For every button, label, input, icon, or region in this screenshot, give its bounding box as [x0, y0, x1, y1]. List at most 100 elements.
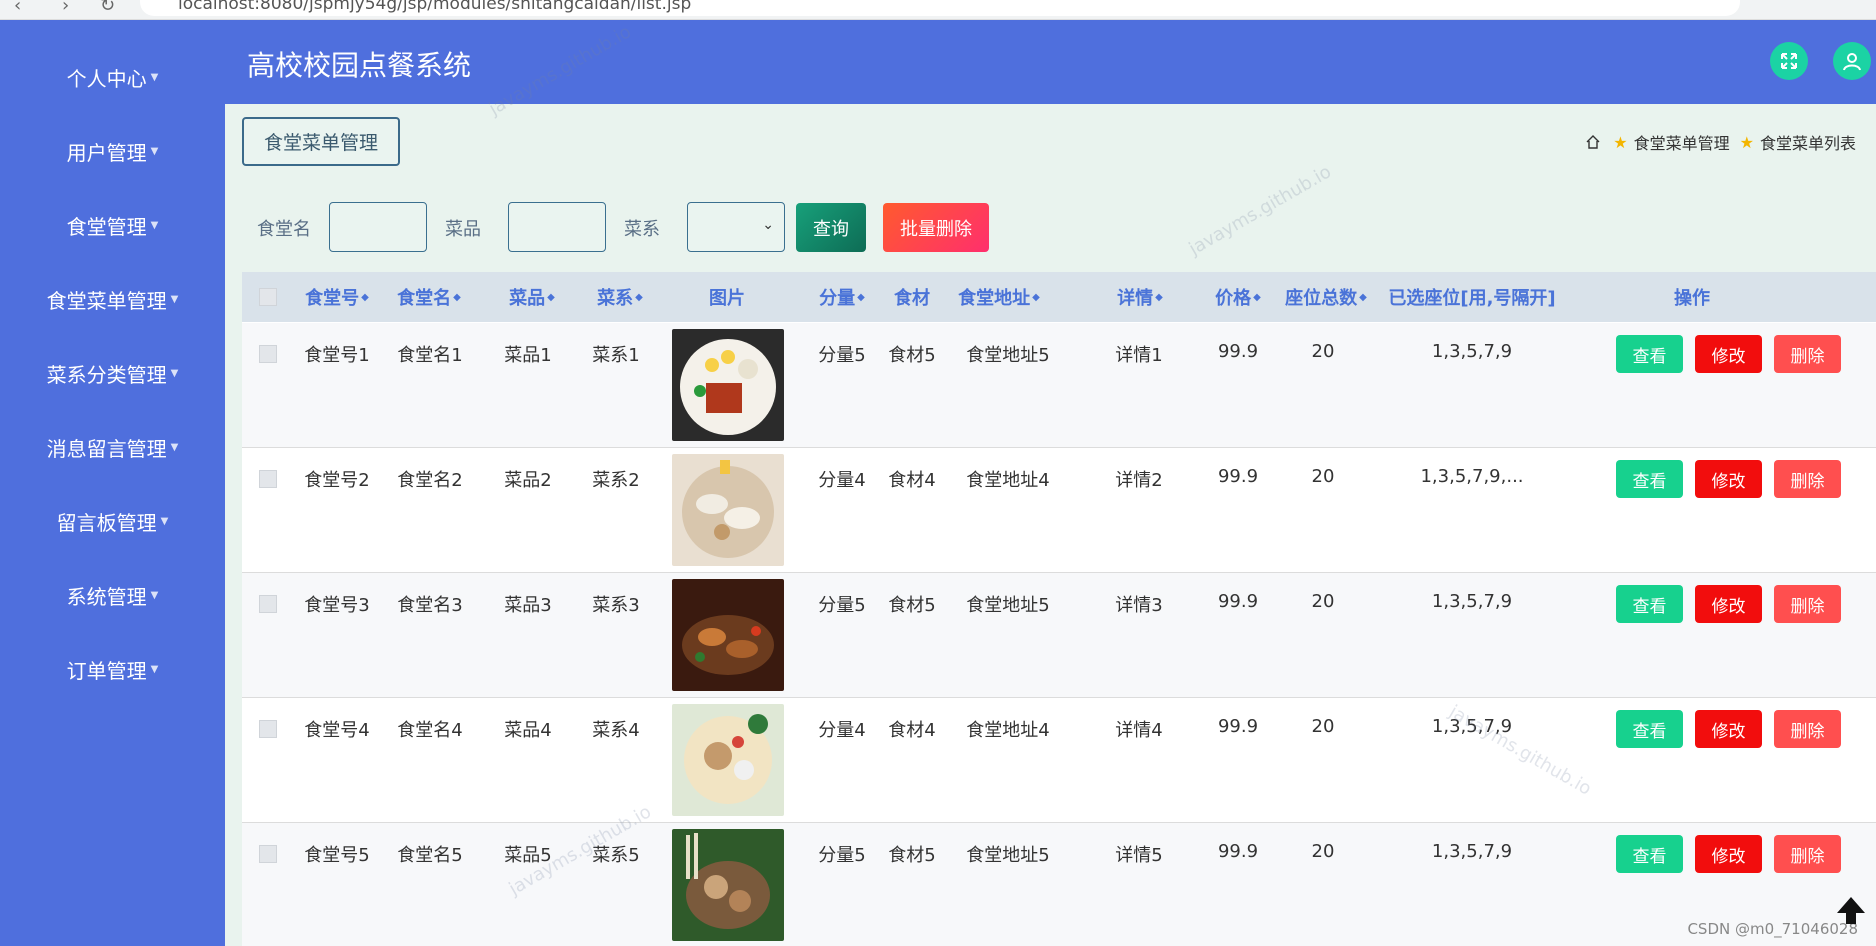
header-price[interactable]: 价格 ◆ — [1208, 272, 1268, 322]
breadcrumb-item[interactable]: 食堂菜单管理 — [1634, 130, 1730, 154]
sidebar-item-order-management[interactable]: 订单管理 ▼ — [0, 644, 225, 694]
header-address[interactable]: 食堂地址 ◆ — [954, 272, 1044, 322]
caret-down-icon: ▼ — [150, 145, 159, 157]
sidebar-item-personal-center[interactable]: 个人中心 ▼ — [0, 52, 225, 102]
food-image — [672, 329, 784, 441]
query-button[interactable]: 查询 — [796, 203, 866, 252]
view-button[interactable]: 查看 — [1616, 585, 1683, 623]
sidebar-item-canteen-management[interactable]: 食堂管理 ▼ — [0, 200, 225, 250]
sort-icon: ◆ — [547, 291, 555, 303]
dish-input[interactable] — [508, 202, 606, 252]
cell-detail: 详情4 — [1115, 720, 1163, 741]
header-canteen-no[interactable]: 食堂号 ◆ — [302, 272, 372, 322]
delete-button[interactable]: 删除 — [1774, 460, 1841, 498]
expand-icon — [1781, 53, 1797, 69]
row-checkbox[interactable] — [259, 595, 277, 613]
cell-ingredient: 食材4 — [888, 470, 936, 491]
header-label: 食堂地址 — [958, 288, 1031, 309]
table-row: 食堂号4 食堂名4 菜品4 菜系4 分量4 食材4 食堂地址4 详情4 99.9… — [242, 698, 1876, 823]
fullscreen-button[interactable] — [1770, 42, 1808, 80]
caret-down-icon: ▼ — [170, 441, 179, 453]
header-label: 图片 — [709, 288, 745, 309]
star-icon: ★ — [1613, 132, 1628, 152]
sidebar-item-label: 用户管理 — [66, 140, 147, 165]
sort-icon: ◆ — [857, 291, 865, 303]
delete-button[interactable]: 删除 — [1774, 710, 1841, 748]
cell-price: 99.9 — [1217, 466, 1259, 487]
delete-button[interactable]: 删除 — [1774, 335, 1841, 373]
table-row: 食堂号3 食堂名3 菜品3 菜系3 分量5 食材5 食堂地址5 详情3 99.9… — [242, 573, 1876, 698]
header-label: 食堂号 — [305, 288, 360, 309]
sidebar-item-board-management[interactable]: 留言板管理 ▼ — [0, 496, 225, 546]
canteen-name-input[interactable] — [329, 202, 427, 252]
url-text[interactable]: localhost:8080/jspmjy54g/jsp/modules/shi… — [178, 0, 691, 14]
cell-cuisine: 菜系3 — [592, 595, 640, 616]
header-canteen-name[interactable]: 食堂名 ◆ — [394, 272, 464, 322]
sidebar-item-menu-management[interactable]: 食堂菜单管理 ▼ — [0, 274, 225, 324]
sidebar-item-cuisine-category[interactable]: 菜系分类管理 ▼ — [0, 348, 225, 398]
food-image — [672, 704, 784, 816]
view-button[interactable]: 查看 — [1616, 835, 1683, 873]
cell-selected-seats: 1,3,5,7,9,... — [1420, 466, 1524, 487]
cell-portion: 分量4 — [818, 720, 866, 741]
cell-seats: 20 — [1311, 716, 1335, 737]
select-all-checkbox[interactable] — [259, 288, 277, 306]
food-image — [672, 829, 784, 941]
edit-button[interactable]: 修改 — [1695, 835, 1762, 873]
cell-canteen-name: 食堂名5 — [397, 845, 463, 866]
user-avatar-button[interactable] — [1833, 42, 1871, 80]
home-icon[interactable] — [1585, 134, 1601, 150]
header-cuisine[interactable]: 菜系 ◆ — [590, 272, 650, 322]
row-checkbox[interactable] — [259, 720, 277, 738]
cell-dish: 菜品5 — [504, 845, 552, 866]
sidebar-item-user-management[interactable]: 用户管理 ▼ — [0, 126, 225, 176]
row-checkbox[interactable] — [259, 345, 277, 363]
cuisine-select[interactable]: ⌄ — [687, 202, 785, 252]
edit-button[interactable]: 修改 — [1695, 710, 1762, 748]
edit-button[interactable]: 修改 — [1695, 335, 1762, 373]
header-label: 分量 — [819, 288, 856, 309]
caret-down-icon: ▼ — [160, 515, 169, 527]
header-portion[interactable]: 分量 ◆ — [812, 272, 872, 322]
header-seats[interactable]: 座位总数 ◆ — [1280, 272, 1372, 322]
back-icon[interactable]: ‹ — [14, 0, 21, 16]
page-tag-button[interactable]: 食堂菜单管理 — [242, 117, 400, 166]
table-row: 食堂号2 食堂名2 菜品2 菜系2 分量4 食材4 食堂地址4 详情2 99.9… — [242, 448, 1876, 573]
cell-canteen-name: 食堂名1 — [397, 345, 463, 366]
back-to-top-icon[interactable] — [1834, 894, 1868, 928]
sidebar: 个人中心 ▼ 用户管理 ▼ 食堂管理 ▼ 食堂菜单管理 ▼ 菜系分类管理 ▼ 消息留言管理… — [0, 20, 225, 946]
sidebar-item-system-management[interactable]: 系统管理 ▼ — [0, 570, 225, 620]
table-row: 食堂号1 食堂名1 菜品1 菜系1 分量5 食材5 食堂地址5 详情1 99.9… — [242, 323, 1876, 448]
sidebar-item-message-management[interactable]: 消息留言管理 ▼ — [0, 422, 225, 472]
view-button[interactable]: 查看 — [1616, 335, 1683, 373]
cell-cuisine: 菜系5 — [592, 845, 640, 866]
forward-icon[interactable]: › — [62, 0, 69, 16]
cell-seats: 20 — [1311, 591, 1335, 612]
batch-delete-button[interactable]: 批量删除 — [883, 203, 989, 252]
table-header: 食堂号 ◆ 食堂名 ◆ 菜品 ◆ 菜系 ◆ 图片 分量 ◆ 食材 食堂地址 ◆ 详情 ◆ 价格… — [242, 272, 1876, 322]
edit-button[interactable]: 修改 — [1695, 585, 1762, 623]
row-checkbox[interactable] — [259, 845, 277, 863]
row-checkbox[interactable] — [259, 470, 277, 488]
header-actions: 操作 — [1662, 272, 1722, 322]
cell-price: 99.9 — [1217, 341, 1259, 362]
sidebar-item-label: 系统管理 — [66, 584, 147, 609]
header-label: 操作 — [1674, 288, 1710, 309]
cell-detail: 详情5 — [1115, 845, 1163, 866]
view-button[interactable]: 查看 — [1616, 460, 1683, 498]
view-button[interactable]: 查看 — [1616, 710, 1683, 748]
cell-canteen-no: 食堂号5 — [304, 845, 370, 866]
delete-button[interactable]: 删除 — [1774, 835, 1841, 873]
delete-button[interactable]: 删除 — [1774, 585, 1841, 623]
cell-portion: 分量5 — [818, 845, 866, 866]
reload-icon[interactable]: ↻ — [100, 0, 115, 16]
header-dish[interactable]: 菜品 ◆ — [502, 272, 562, 322]
caret-down-icon: ▼ — [150, 663, 159, 675]
caret-down-icon: ▼ — [170, 367, 179, 379]
sort-icon: ◆ — [1253, 291, 1261, 303]
edit-button[interactable]: 修改 — [1695, 460, 1762, 498]
cell-canteen-name: 食堂名4 — [397, 720, 463, 741]
star-icon: ★ — [1739, 132, 1754, 152]
header-detail[interactable]: 详情 ◆ — [1110, 272, 1170, 322]
food-image — [672, 454, 784, 566]
